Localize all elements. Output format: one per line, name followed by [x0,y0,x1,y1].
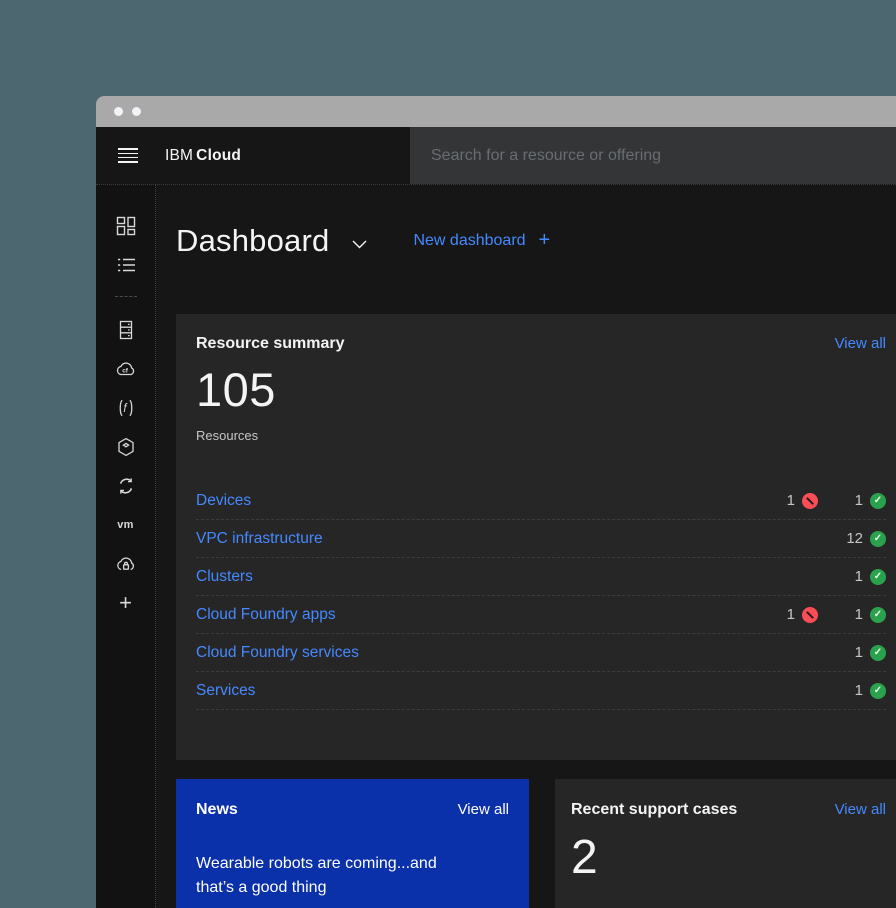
resource-rows: Devices 1 1 VPC infrastructure 12 [196,482,886,710]
dashboard-grid-icon[interactable] [116,215,136,236]
bottom-cards-row: News View all Wearable robots are coming… [176,779,896,908]
servers-icon[interactable] [116,319,136,340]
recent-support-cases-card: Recent support cases View all 2 [555,779,896,908]
critical-status-icon [802,493,818,509]
browser-window: IBMCloud [96,96,896,908]
brand[interactable]: IBMCloud [165,147,241,165]
ok-status-icon [870,569,886,585]
resource-counts: 1 [750,682,886,699]
resource-total-label: Resources [196,428,886,443]
critical-slot: 1 [750,492,818,509]
header-left: IBMCloud [96,127,410,184]
ok-slot: 1 [818,606,886,623]
resource-link[interactable]: Services [196,682,255,700]
cloud-lock-icon[interactable] [115,553,137,574]
resource-row: VPC infrastructure 12 [196,520,886,558]
add-icon[interactable]: + [119,592,132,613]
resource-summary-title: Resource summary [196,335,345,353]
search-input[interactable] [410,147,896,165]
support-case-count: 2 [571,834,886,882]
resource-summary-header: Resource summary View all [196,335,886,353]
ok-slot: 12 [818,530,886,547]
critical-count: 1 [787,492,795,509]
support-view-all-link[interactable]: View all [835,801,886,818]
critical-status-icon [802,607,818,623]
resource-counts: 1 1 [750,606,886,623]
ok-status-icon [870,645,886,661]
critical-count: 1 [787,606,795,623]
resource-counts: 12 [750,530,886,547]
resource-link[interactable]: Devices [196,492,251,510]
brand-prefix: IBM [165,147,193,164]
resource-row: Cloud Foundry apps 1 1 [196,596,886,634]
news-view-all-link[interactable]: View all [458,801,509,818]
ok-slot: 1 [818,568,886,585]
page-title-row: Dashboard New dashboard + [176,223,896,259]
ok-slot: 1 [818,682,886,699]
ok-count: 1 [855,682,863,699]
resource-row: Clusters 1 [196,558,886,596]
critical-slot: 1 [750,606,818,623]
support-header: Recent support cases View all [571,801,886,819]
ok-status-icon [870,493,886,509]
resource-link[interactable]: Cloud Foundry services [196,644,359,662]
resource-summary-view-all-link[interactable]: View all [835,335,886,352]
new-dashboard-label: New dashboard [413,223,525,259]
window-control-dot[interactable] [114,107,123,116]
ok-count: 1 [855,492,863,509]
resource-row: Devices 1 1 [196,482,886,520]
news-headline-link[interactable]: Wearable robots are coming...and that’s … [196,852,458,900]
news-title: News [196,801,238,819]
vmware-icon[interactable]: vm [117,514,134,535]
support-title: Recent support cases [571,801,737,819]
ok-slot: 1 [818,492,886,509]
plus-icon: + [539,222,551,258]
browser-titlebar [96,96,896,127]
resource-counts: 1 1 [750,492,886,509]
header-search [410,127,896,184]
brand-name: Cloud [196,147,241,164]
resource-counts: 1 [750,568,886,585]
window-control-dot[interactable] [132,107,141,116]
sidebar: cf f [96,185,156,908]
ok-count: 1 [855,606,863,623]
ok-slot: 1 [818,644,886,661]
app-header: IBMCloud [96,127,896,185]
ok-status-icon [870,531,886,547]
resource-row: Services 1 [196,672,886,710]
news-card: News View all Wearable robots are coming… [176,779,529,908]
resource-counts: 1 [750,644,886,661]
ok-status-icon [870,683,886,699]
resource-link[interactable]: Clusters [196,568,253,586]
svg-text:f: f [123,403,128,415]
resource-total-count: 105 [196,366,886,413]
ok-count: 1 [855,644,863,661]
menu-icon[interactable] [118,148,138,162]
cloud-foundry-icon[interactable]: cf [115,358,137,379]
resource-row: Cloud Foundry services 1 [196,634,886,672]
sync-icon[interactable] [116,475,136,496]
resource-link[interactable]: Cloud Foundry apps [196,606,336,624]
functions-icon[interactable]: f [116,397,136,418]
resource-summary-card: Resource summary View all 105 Resources … [176,314,896,760]
svg-text:cf: cf [122,367,129,374]
ok-count: 1 [855,568,863,585]
chevron-down-icon[interactable] [352,240,367,249]
page-title: Dashboard [176,223,329,259]
main-content: Dashboard New dashboard + Resource summa… [156,185,896,908]
sidebar-divider [115,296,137,297]
list-icon[interactable] [116,254,136,275]
news-header: News View all [196,801,509,819]
kubernetes-icon[interactable] [116,436,136,457]
ok-count: 12 [846,530,863,547]
new-dashboard-button[interactable]: New dashboard + [413,223,550,259]
ok-status-icon [870,607,886,623]
resource-link[interactable]: VPC infrastructure [196,530,323,548]
